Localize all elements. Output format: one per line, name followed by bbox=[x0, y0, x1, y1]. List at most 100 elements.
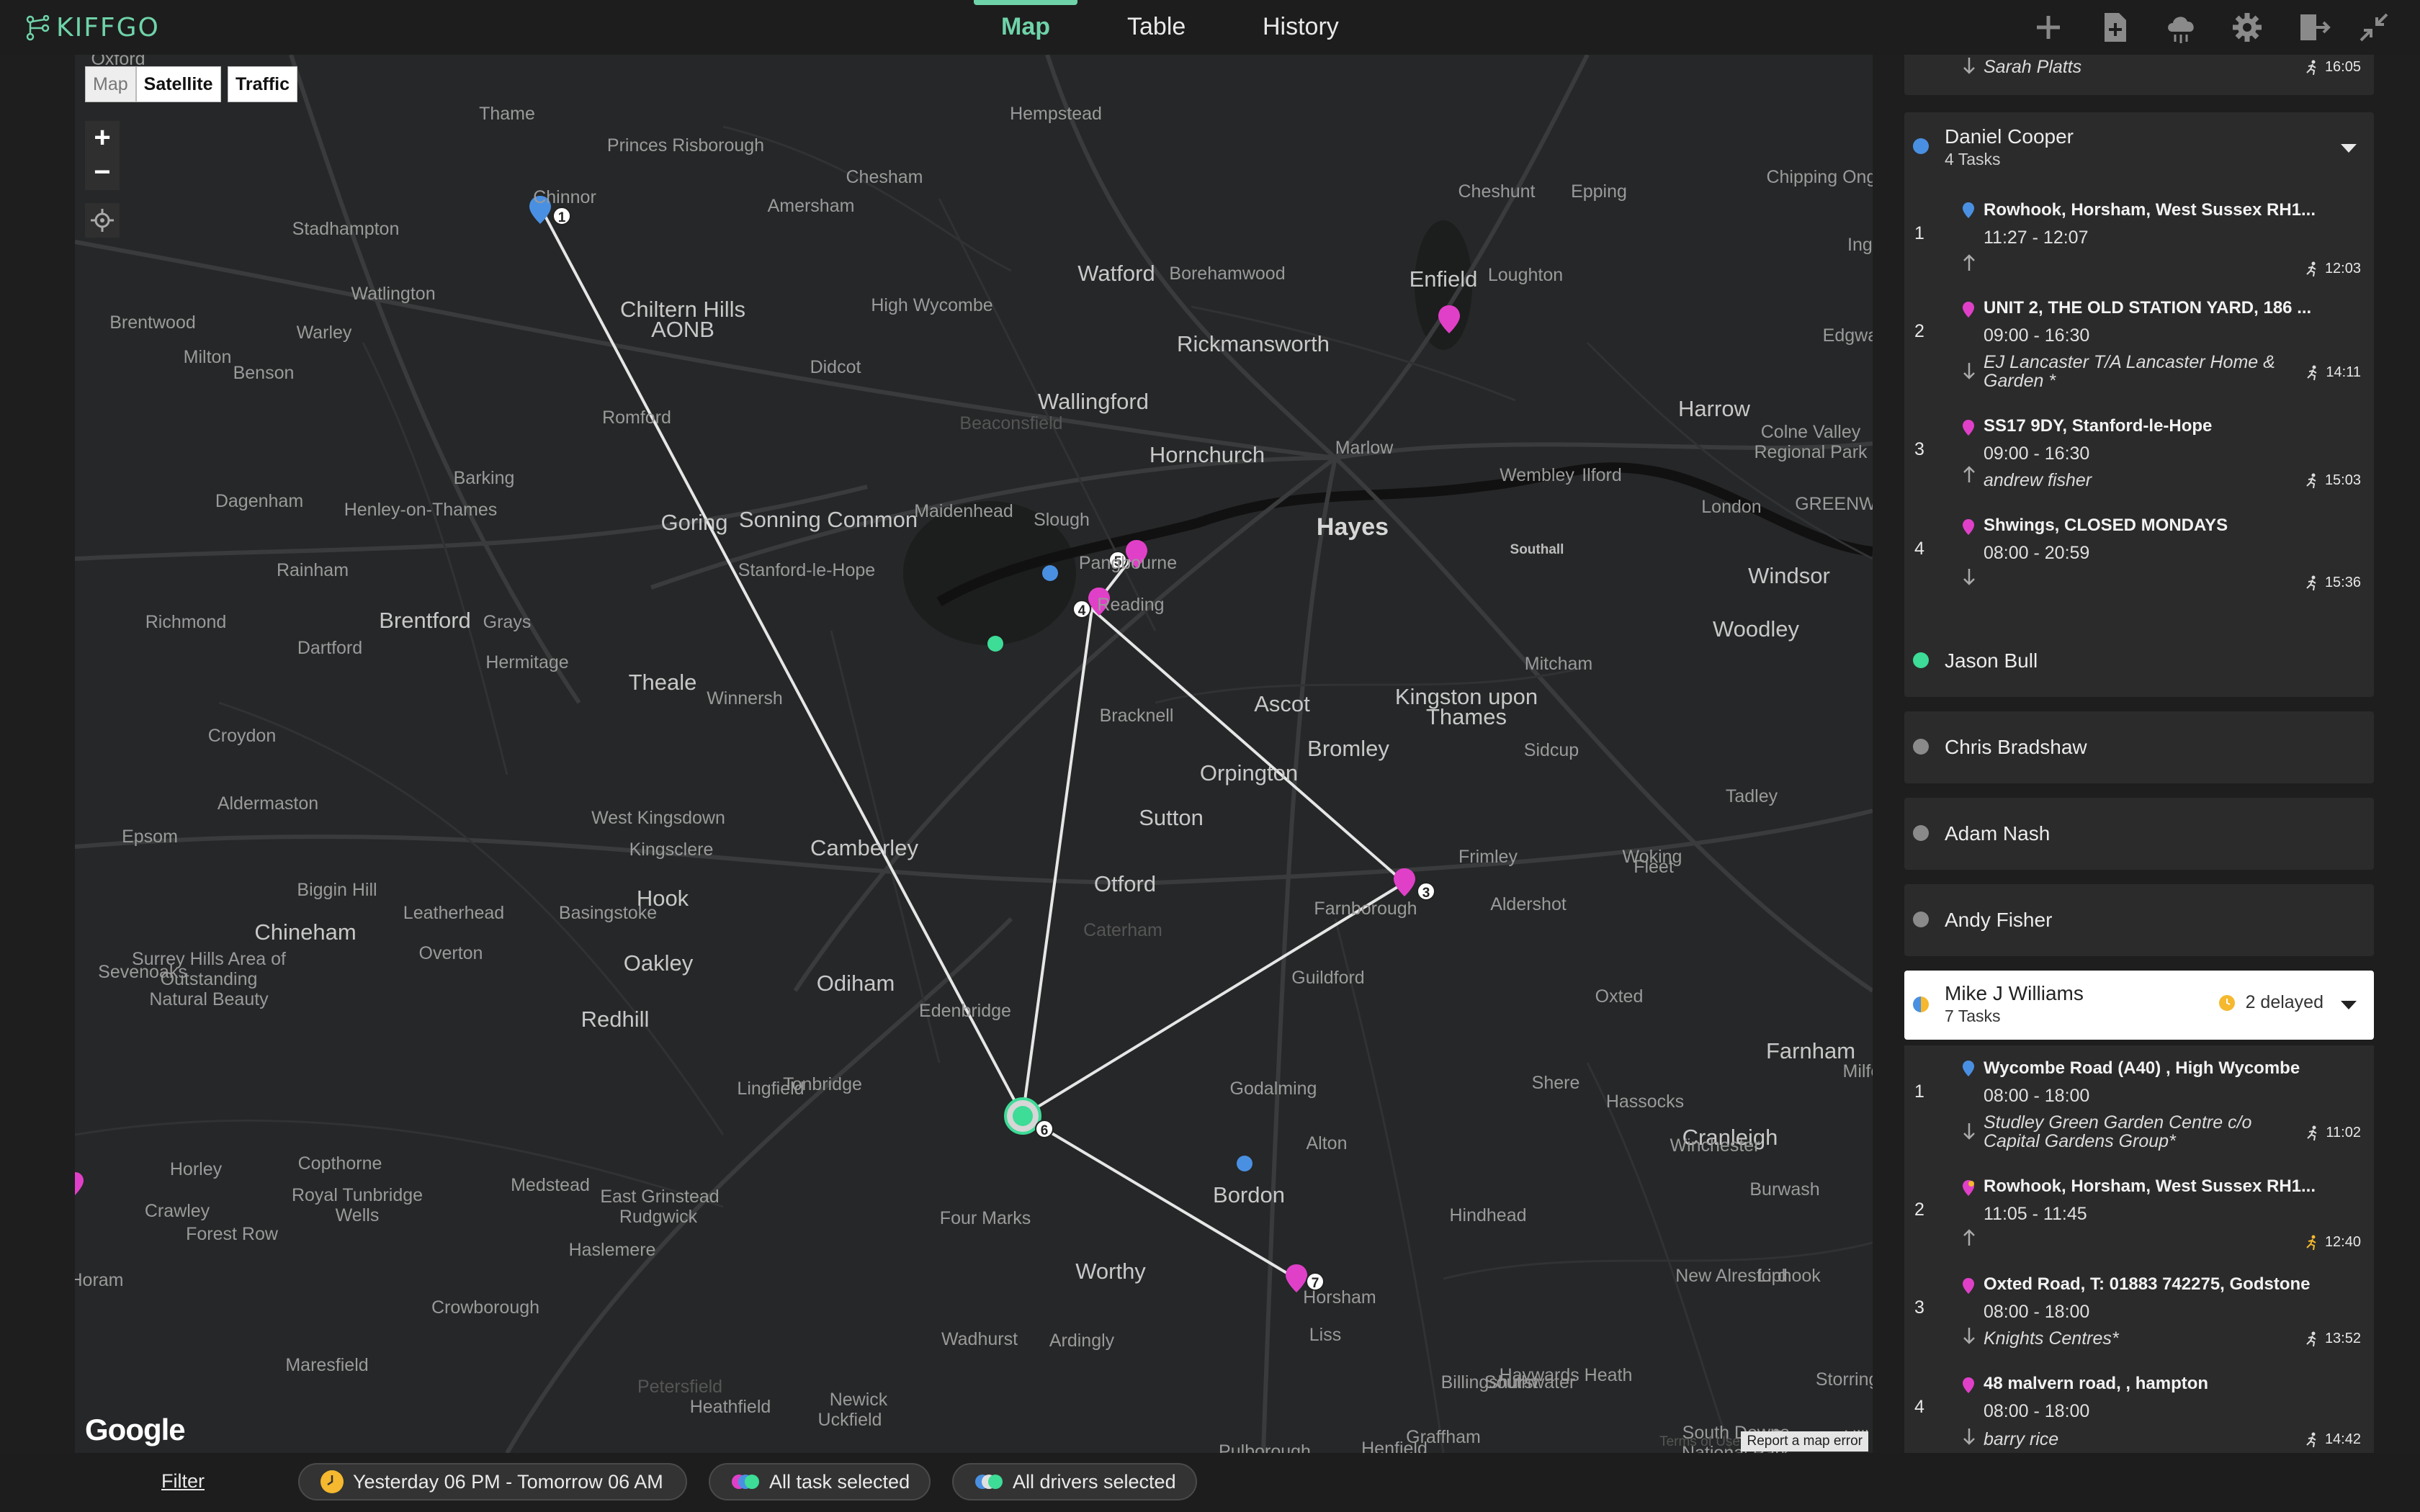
time-range-label: Yesterday 06 PM - Tomorrow 06 AM bbox=[353, 1470, 663, 1493]
map-place-label: Farnham bbox=[1765, 1038, 1856, 1063]
tab-history[interactable]: History bbox=[1263, 13, 1339, 41]
zoom-in-button[interactable]: + bbox=[85, 121, 120, 156]
map-place-label: Watford bbox=[1077, 261, 1155, 286]
map-place-label: Godalming bbox=[1229, 1079, 1317, 1099]
traffic-toggle-button[interactable]: Traffic bbox=[228, 66, 298, 102]
task-list-mike-williams: 1 Wycombe Road (A40) , High Wycombe 08:0… bbox=[1904, 1045, 2374, 1453]
map-place-label: Brentford bbox=[379, 608, 471, 633]
driver-card-chris-bradshaw[interactable]: Chris Bradshaw bbox=[1904, 711, 2374, 783]
cloud-upload-icon[interactable] bbox=[2164, 10, 2198, 45]
map-place-label: Fleet bbox=[1634, 857, 1674, 877]
running-icon bbox=[2306, 1235, 2316, 1250]
map-place-label: Princes Risborough bbox=[606, 135, 765, 156]
task-address[interactable]: Rowhook, Horsham, West Sussex RH1... bbox=[1984, 1176, 2316, 1197]
task-filter-label: All task selected bbox=[769, 1470, 910, 1493]
map-place-label: Copthorne bbox=[297, 1153, 382, 1174]
task-filter[interactable]: All task selected bbox=[709, 1463, 931, 1500]
driver-card-mike-williams[interactable]: Mike J Williams 7 Tasks 2 delayed bbox=[1904, 971, 2374, 1040]
add-document-icon[interactable] bbox=[2097, 10, 2132, 45]
running-icon bbox=[2306, 60, 2316, 75]
clock-icon bbox=[321, 1470, 344, 1493]
map-place-label: Pulborough bbox=[1219, 1441, 1311, 1453]
map-place-label: Haywards Heath bbox=[1499, 1365, 1633, 1385]
map-place-label: Colne Valley Regional Park bbox=[1754, 422, 1868, 462]
task-eta: 12:03 bbox=[2305, 261, 2361, 277]
driver-card-jason-bull[interactable]: Jason Bull bbox=[1904, 625, 2374, 697]
map-place-label: Orpington bbox=[1199, 760, 1299, 786]
task-customer: Knights Centres* bbox=[1984, 1328, 2119, 1349]
task-address[interactable]: 48 malvern road, , hampton bbox=[1984, 1374, 2208, 1394]
map-place-label: Woodley bbox=[1712, 616, 1800, 642]
driver-name: Jason Bull bbox=[1945, 649, 2038, 672]
map-place-label: Hook bbox=[636, 886, 689, 911]
running-icon bbox=[2306, 473, 2316, 488]
driver-card-daniel-cooper[interactable]: Daniel Cooper 4 Tasks 1 Rowhook, Horsham… bbox=[1904, 112, 2374, 664]
map-place-label: West Kingsdown bbox=[591, 808, 725, 828]
terms-link[interactable]: Terms of Use bbox=[1659, 1434, 1740, 1450]
plus-icon[interactable] bbox=[2031, 10, 2066, 45]
time-range-filter[interactable]: Yesterday 06 PM - Tomorrow 06 AM bbox=[298, 1463, 687, 1500]
map-place-label: Medstead bbox=[511, 1175, 590, 1195]
map-place-label: Horam bbox=[75, 1270, 124, 1290]
task-address[interactable]: UNIT 2, THE OLD STATION YARD, 186 ... bbox=[1984, 298, 2311, 318]
map-place-label: Chesham bbox=[846, 167, 923, 187]
task-address[interactable]: Wycombe Road (A40) , High Wycombe bbox=[1984, 1058, 2300, 1079]
task-time-window: 08:00 - 18:00 bbox=[1984, 1302, 2090, 1322]
driver-filter[interactable]: All drivers selected bbox=[952, 1463, 1197, 1500]
map-canvas[interactable]: 1 3 4 5 6 7 Oxford Thame Hempstead Princes … bbox=[75, 55, 1873, 1453]
gear-icon[interactable] bbox=[2230, 10, 2264, 45]
map-place-label: Four Marks bbox=[939, 1208, 1031, 1228]
map-place-label: Ardingly bbox=[1049, 1331, 1115, 1351]
task-address[interactable]: SS17 9DY, Stanford-le-Hope bbox=[1984, 416, 2212, 436]
map-type-map-button[interactable]: Map bbox=[85, 66, 136, 102]
task-address[interactable]: Oxted Road, T: 01883 742275, Godstone bbox=[1984, 1274, 2311, 1295]
pin-icon bbox=[1963, 1278, 1974, 1294]
map-place-label: Surrey Hills Area of Outstanding Natural… bbox=[132, 949, 286, 1009]
map-place-label: Slough bbox=[1034, 510, 1090, 530]
report-map-error-link[interactable]: Report a map error bbox=[1741, 1431, 1868, 1452]
map-place-label: Ingates bbox=[1847, 235, 1873, 255]
map-place-label: Hempstead bbox=[1010, 104, 1102, 124]
map-place-label: Guildford bbox=[1291, 968, 1365, 988]
task-address[interactable]: Rowhook, Horsham, West Sussex RH1... bbox=[1984, 200, 2316, 220]
running-icon bbox=[2306, 1432, 2316, 1447]
map-type-satellite-button[interactable]: Satellite bbox=[135, 66, 221, 102]
stop-label: 3 bbox=[1422, 886, 1430, 901]
collapse-icon[interactable] bbox=[2357, 10, 2391, 45]
task-eta: 13:52 bbox=[2305, 1331, 2361, 1347]
running-icon bbox=[2306, 261, 2316, 276]
map-place-label: Bromley bbox=[1307, 736, 1389, 761]
task-eta: 16:05 bbox=[2305, 59, 2361, 76]
task-eta: 14:42 bbox=[2305, 1431, 2361, 1448]
chevron-down-icon[interactable] bbox=[2341, 1001, 2357, 1009]
task-time-window: 09:00 - 16:30 bbox=[1984, 325, 2090, 346]
map-place-label: Tadley bbox=[1725, 786, 1778, 806]
my-location-icon[interactable] bbox=[85, 203, 120, 238]
map-place-label: Wadhurst bbox=[941, 1329, 1018, 1349]
map-place-label: Royal Tunbridge Wells bbox=[291, 1185, 424, 1225]
driver-name: Andy Fisher bbox=[1945, 909, 2053, 931]
logout-icon[interactable] bbox=[2296, 10, 2331, 45]
logo-text: KIFFGO bbox=[56, 13, 160, 42]
arrow-down-icon bbox=[1963, 1123, 1975, 1140]
zoom-out-button[interactable]: − bbox=[85, 156, 120, 190]
previous-task-card[interactable]: Sarah Platts 16:05 bbox=[1904, 55, 2374, 95]
task-address[interactable]: Shwings, CLOSED MONDAYS bbox=[1984, 516, 2228, 536]
map-place-label: Newick bbox=[829, 1390, 888, 1410]
map-place-label: Theale bbox=[628, 670, 697, 695]
driver-card-adam-nash[interactable]: Adam Nash bbox=[1904, 798, 2374, 870]
map-place-label: Epping bbox=[1571, 181, 1627, 202]
filter-link[interactable]: Filter bbox=[161, 1470, 205, 1493]
tab-table[interactable]: Table bbox=[1127, 13, 1186, 41]
map-place-label: Hayes bbox=[1316, 513, 1389, 541]
driver-card-andy-fisher[interactable]: Andy Fisher bbox=[1904, 884, 2374, 956]
eta-time: 14:11 bbox=[2326, 364, 2361, 380]
chevron-down-icon[interactable] bbox=[2341, 144, 2357, 153]
map-place-label: Beaconsfield bbox=[959, 413, 1063, 433]
map-place-label: Lingfield bbox=[737, 1079, 805, 1099]
map-place-label: Milton bbox=[183, 347, 232, 367]
kiffgo-logo[interactable]: KIFFGO bbox=[26, 13, 160, 42]
map-place-label: Epsom bbox=[122, 827, 178, 847]
tab-map[interactable]: Map bbox=[1001, 13, 1050, 41]
task-eta: 15:03 bbox=[2305, 472, 2361, 489]
